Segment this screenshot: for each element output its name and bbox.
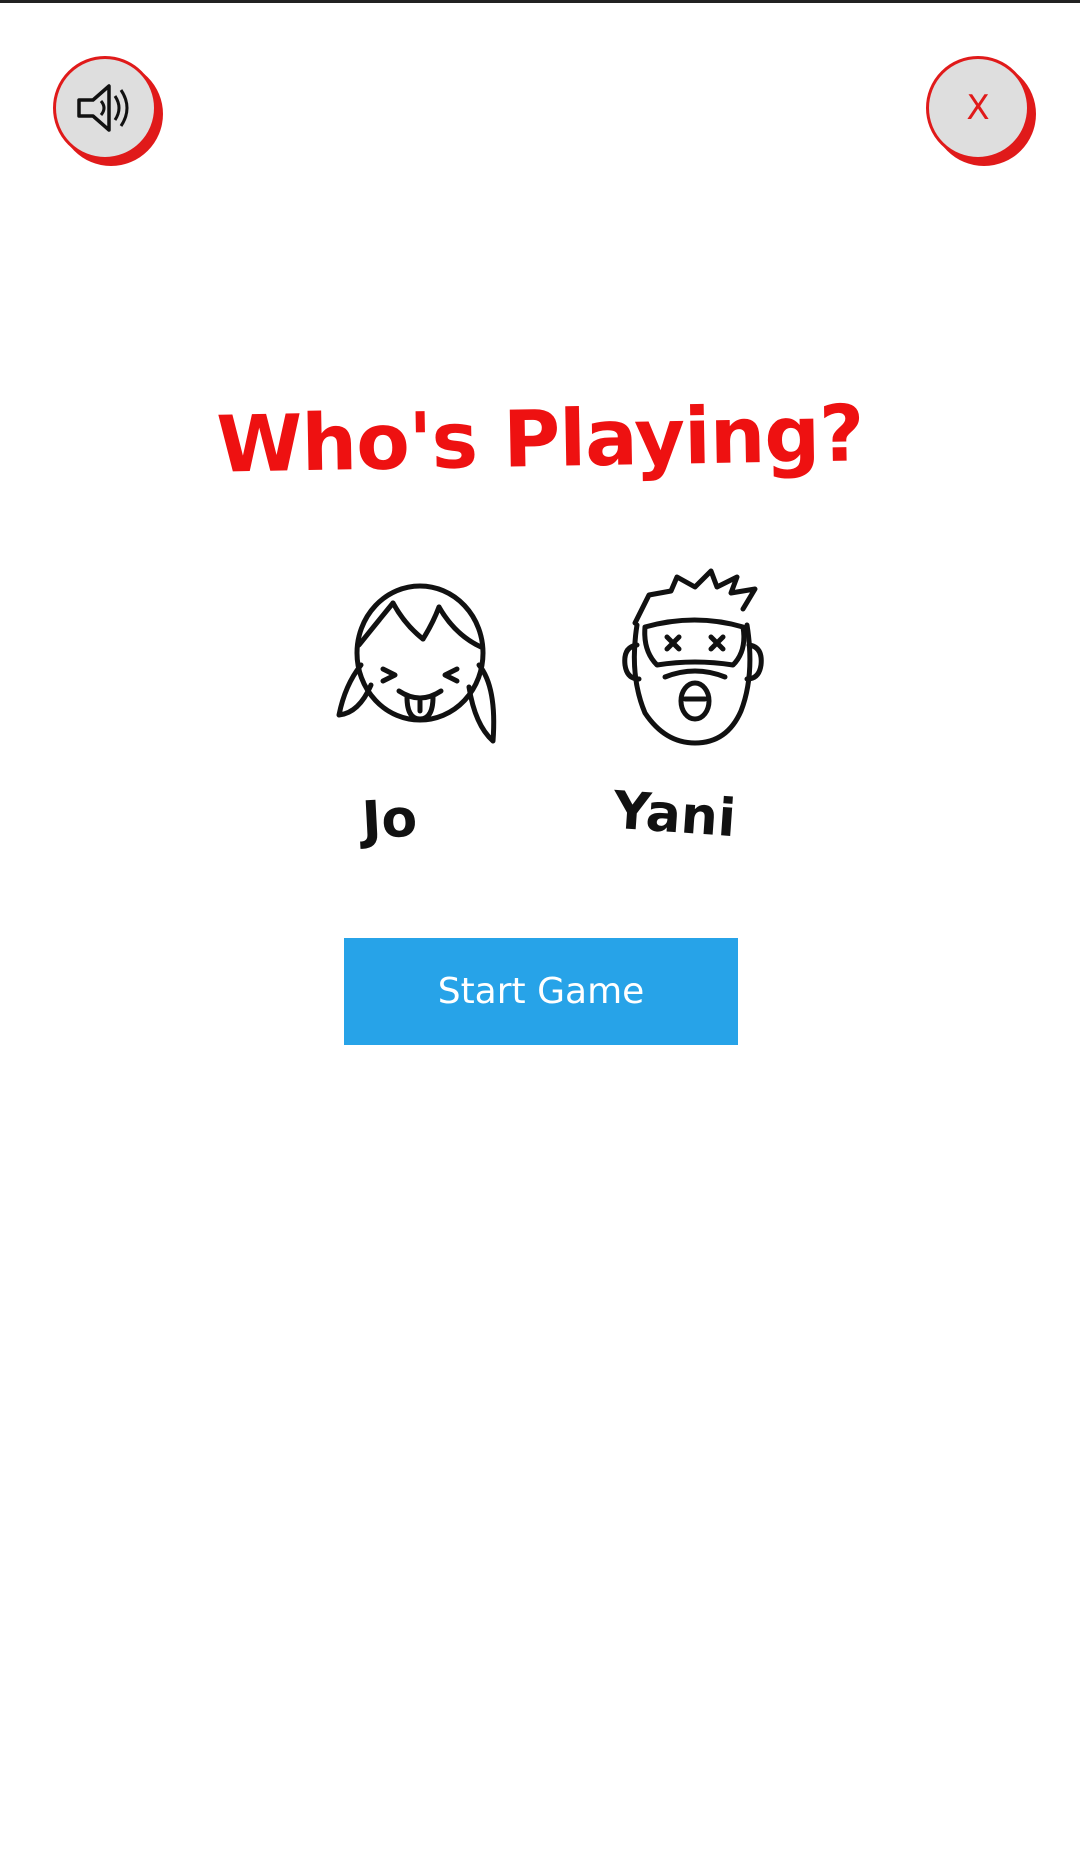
sound-toggle-button[interactable] (53, 56, 157, 160)
start-game-label: Start Game (437, 971, 645, 1012)
player-jo[interactable] (335, 565, 505, 755)
player-name-yani: Yani (611, 780, 738, 850)
bearded-man-face-icon (622, 568, 764, 746)
start-game-button[interactable]: Start Game (344, 938, 738, 1045)
player-yani[interactable] (615, 565, 785, 755)
speaker-icon (77, 84, 129, 132)
girl-face-tongue-icon (336, 583, 497, 744)
close-label: X (966, 88, 990, 128)
page-title: Who's Playing? (215, 389, 865, 491)
close-button[interactable]: X (926, 56, 1030, 160)
player-name-jo: Jo (360, 788, 419, 852)
status-bar-divider (0, 0, 1080, 3)
